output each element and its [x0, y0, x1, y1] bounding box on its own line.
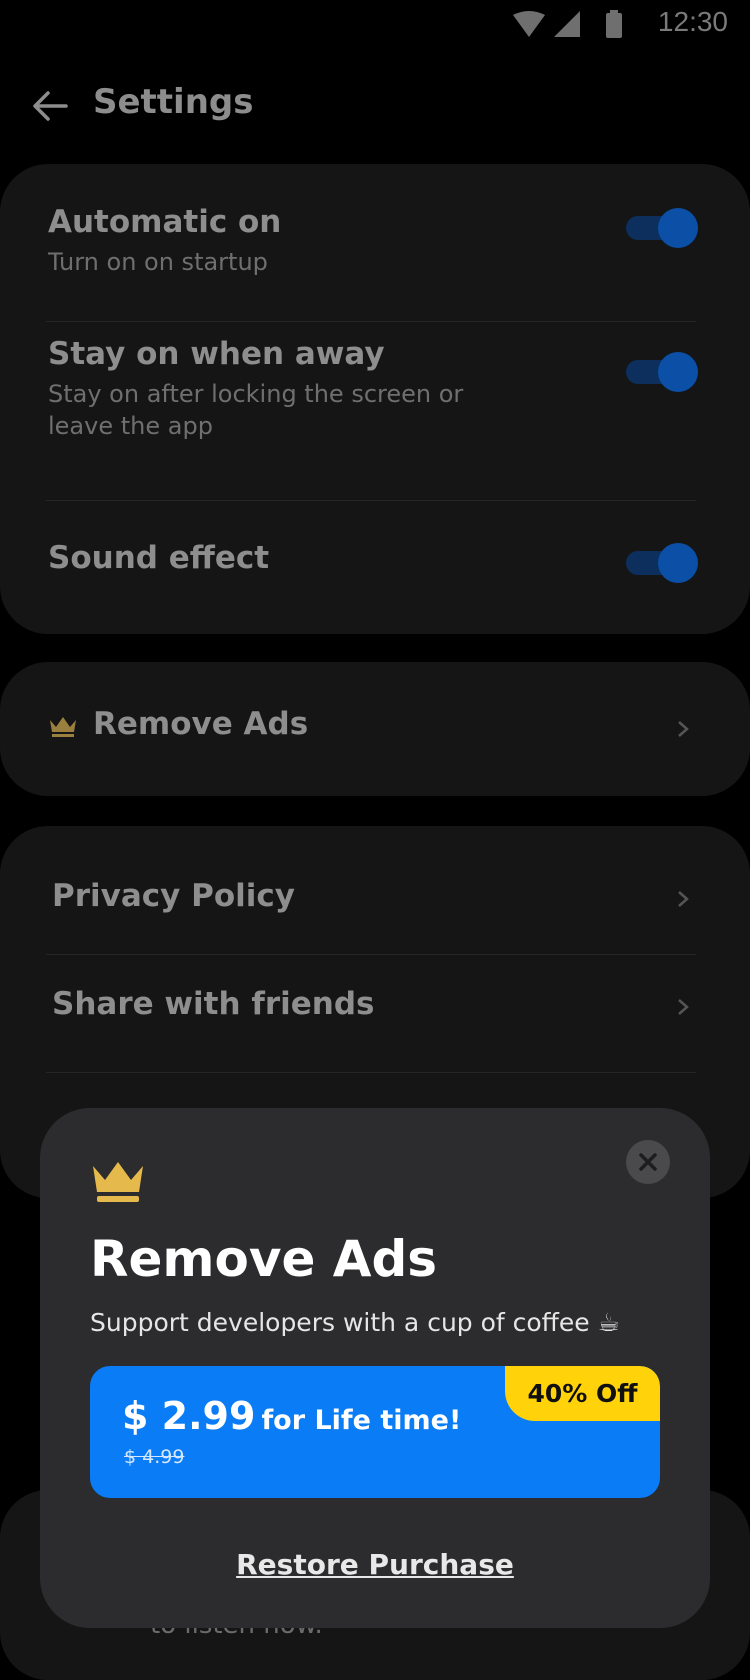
settings-card: Automatic on Turn on on startup Stay on … [0, 164, 750, 634]
share-with-friends-link[interactable]: Share with friends [52, 986, 375, 1022]
chevron-right-icon [678, 999, 689, 1015]
price: $ 2.99 for Life time! [122, 1394, 461, 1438]
close-button[interactable] [626, 1140, 670, 1184]
battery-icon [606, 10, 622, 38]
restore-purchase-link[interactable]: Restore Purchase [40, 1548, 710, 1581]
status-bar: 12:30 [0, 0, 750, 50]
status-icons [512, 10, 622, 38]
sound-effect-toggle[interactable] [626, 543, 698, 583]
setting-title: Stay on when away [48, 336, 385, 372]
discount-badge: 40% Off [505, 1366, 660, 1421]
back-arrow-icon[interactable] [30, 86, 70, 126]
status-time: 12:30 [657, 6, 728, 37]
dialog-title: Remove Ads [90, 1230, 438, 1288]
old-price: $ 4.99 [124, 1446, 185, 1468]
privacy-policy-link[interactable]: Privacy Policy [52, 878, 295, 914]
purchase-option[interactable]: $ 2.99 for Life time! $ 4.99 40% Off [90, 1366, 660, 1498]
remove-ads-card[interactable]: Remove Ads [0, 662, 750, 796]
setting-stay-on-when-away[interactable]: Stay on when away Stay on after locking … [48, 336, 702, 442]
chevron-right-icon [678, 891, 689, 907]
signal-icon [554, 11, 580, 37]
toggle-thumb [658, 543, 698, 583]
automatic-on-toggle[interactable] [626, 208, 698, 248]
toggle-thumb [658, 208, 698, 248]
setting-automatic-on[interactable]: Automatic on Turn on on startup [48, 204, 702, 278]
crown-icon [93, 1162, 143, 1202]
remove-ads-dialog: Remove Ads Support developers with a cup… [40, 1108, 710, 1628]
dialog-subtitle: Support developers with a cup of coffee … [90, 1308, 621, 1337]
price-suffix: for Life time! [261, 1405, 462, 1436]
setting-title: Sound effect [48, 540, 270, 576]
toggle-thumb [658, 352, 698, 392]
chevron-right-icon [678, 721, 689, 737]
stay-on-toggle[interactable] [626, 352, 698, 392]
divider [46, 954, 696, 955]
wifi-icon [513, 11, 545, 37]
setting-subtitle: Turn on on startup [48, 248, 268, 276]
remove-ads-label: Remove Ads [93, 706, 309, 742]
setting-sound-effect[interactable]: Sound effect [48, 540, 702, 576]
setting-subtitle: Stay on after locking the screen or leav… [48, 380, 464, 440]
price-value: $ 2.99 [122, 1394, 256, 1438]
divider [46, 1072, 696, 1073]
divider [46, 321, 696, 322]
divider [46, 500, 696, 501]
setting-title: Automatic on [48, 204, 282, 240]
crown-icon [50, 717, 76, 737]
close-icon [639, 1153, 657, 1171]
app-bar: Settings [0, 70, 750, 140]
page-title: Settings [93, 82, 254, 122]
